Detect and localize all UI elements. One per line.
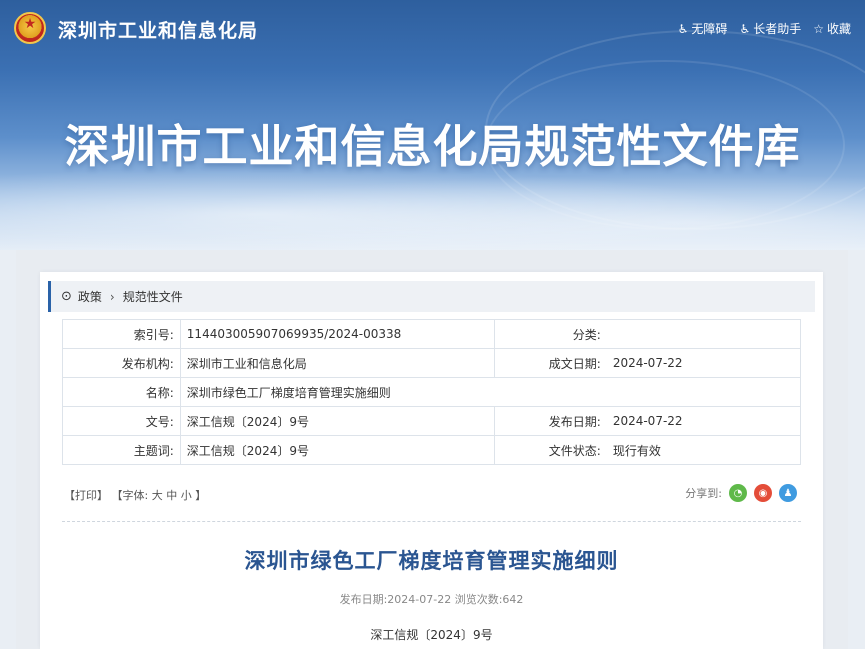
created-date-value: 2024-07-22: [606, 348, 801, 378]
article-meta: 发布日期:2024-07-22 浏览次数:642: [339, 593, 524, 606]
chevron-right-icon: ›: [109, 289, 115, 304]
doc-number-label: 文号:: [62, 406, 181, 436]
banner-title: 深圳市工业和信息化局规范性文件库: [64, 120, 801, 173]
font-size-prefix: 【字体:: [111, 489, 149, 502]
table-row: 索引号: 114403005907069935/2024-00338 分类:: [62, 319, 801, 349]
weibo-share-icon[interactable]: ◉: [754, 484, 772, 502]
name-label: 名称:: [62, 377, 181, 407]
divider: [62, 521, 801, 522]
elderly-assistant-label: 长者助手: [753, 22, 802, 36]
accessibility-label: 无障碍: [691, 22, 728, 36]
font-size-suffix: 】: [195, 489, 207, 502]
elderly-icon: ♿: [739, 21, 751, 36]
favorite-link[interactable]: ☆ 收藏: [813, 20, 851, 37]
index-value: 114403005907069935/2024-00338: [179, 319, 495, 349]
qq-share-icon[interactable]: ♟: [779, 484, 797, 502]
national-emblem-icon: [14, 12, 46, 44]
share-label: 分享到:: [685, 487, 722, 500]
publisher-value: 深圳市工业和信息化局: [179, 348, 495, 378]
share-bar: 分享到: ◔ ◉ ♟: [685, 484, 797, 502]
print-button[interactable]: 【打印】: [64, 489, 108, 502]
table-row: 主题词: 深工信规〔2024〕9号 文件状态: 现行有效: [62, 435, 801, 465]
wechat-share-icon[interactable]: ◔: [729, 484, 747, 502]
site-name[interactable]: 深圳市工业和信息化局: [58, 16, 258, 43]
font-medium-button[interactable]: 中: [166, 489, 177, 502]
breadcrumb-item-normative-docs[interactable]: 规范性文件: [123, 288, 183, 305]
category-label: 分类:: [493, 319, 607, 349]
document-metadata-table: 索引号: 114403005907069935/2024-00338 分类: 发…: [62, 319, 802, 465]
elderly-assistant-link[interactable]: ♿ 长者助手: [739, 20, 801, 37]
publish-date-label: 发布日期:: [493, 406, 607, 436]
article-title: 深圳市绿色工厂梯度培育管理实施细则: [244, 549, 619, 573]
subject-label: 主题词:: [62, 435, 181, 465]
table-row: 文号: 深工信规〔2024〕9号 发布日期: 2024-07-22: [62, 406, 801, 436]
status-value: 现行有效: [606, 435, 801, 465]
table-row: 名称: 深圳市绿色工厂梯度培育管理实施细则: [62, 377, 802, 407]
status-label: 文件状态:: [493, 435, 607, 465]
category-value: [606, 319, 801, 349]
subject-value: 深工信规〔2024〕9号: [179, 435, 495, 465]
star-icon: ☆: [813, 21, 824, 36]
table-row: 发布机构: 深圳市工业和信息化局 成文日期: 2024-07-22: [62, 348, 801, 378]
publisher-label: 发布机构:: [62, 348, 181, 378]
article-tools: 【打印】 【字体: 大 中 小 】: [64, 487, 206, 503]
accessibility-icon: ♿: [677, 21, 689, 36]
location-pin-icon: ⊙: [61, 289, 72, 304]
favorite-label: 收藏: [826, 22, 851, 36]
created-date-label: 成文日期:: [493, 348, 607, 378]
font-small-button[interactable]: 小: [181, 489, 192, 502]
publish-date-value: 2024-07-22: [606, 406, 801, 436]
top-links: ♿ 无障碍 ♿ 长者助手 ☆ 收藏: [678, 20, 851, 37]
doc-number-value: 深工信规〔2024〕9号: [179, 406, 495, 436]
font-large-button[interactable]: 大: [152, 489, 163, 502]
article-doc-number: 深工信规〔2024〕9号: [370, 628, 493, 642]
breadcrumb-item-policy[interactable]: 政策: [78, 288, 102, 305]
index-label: 索引号:: [62, 319, 181, 349]
accessibility-link[interactable]: ♿ 无障碍: [678, 20, 728, 37]
breadcrumb: ⊙ 政策 › 规范性文件: [48, 281, 815, 312]
name-value: 深圳市绿色工厂梯度培育管理实施细则: [179, 377, 802, 407]
